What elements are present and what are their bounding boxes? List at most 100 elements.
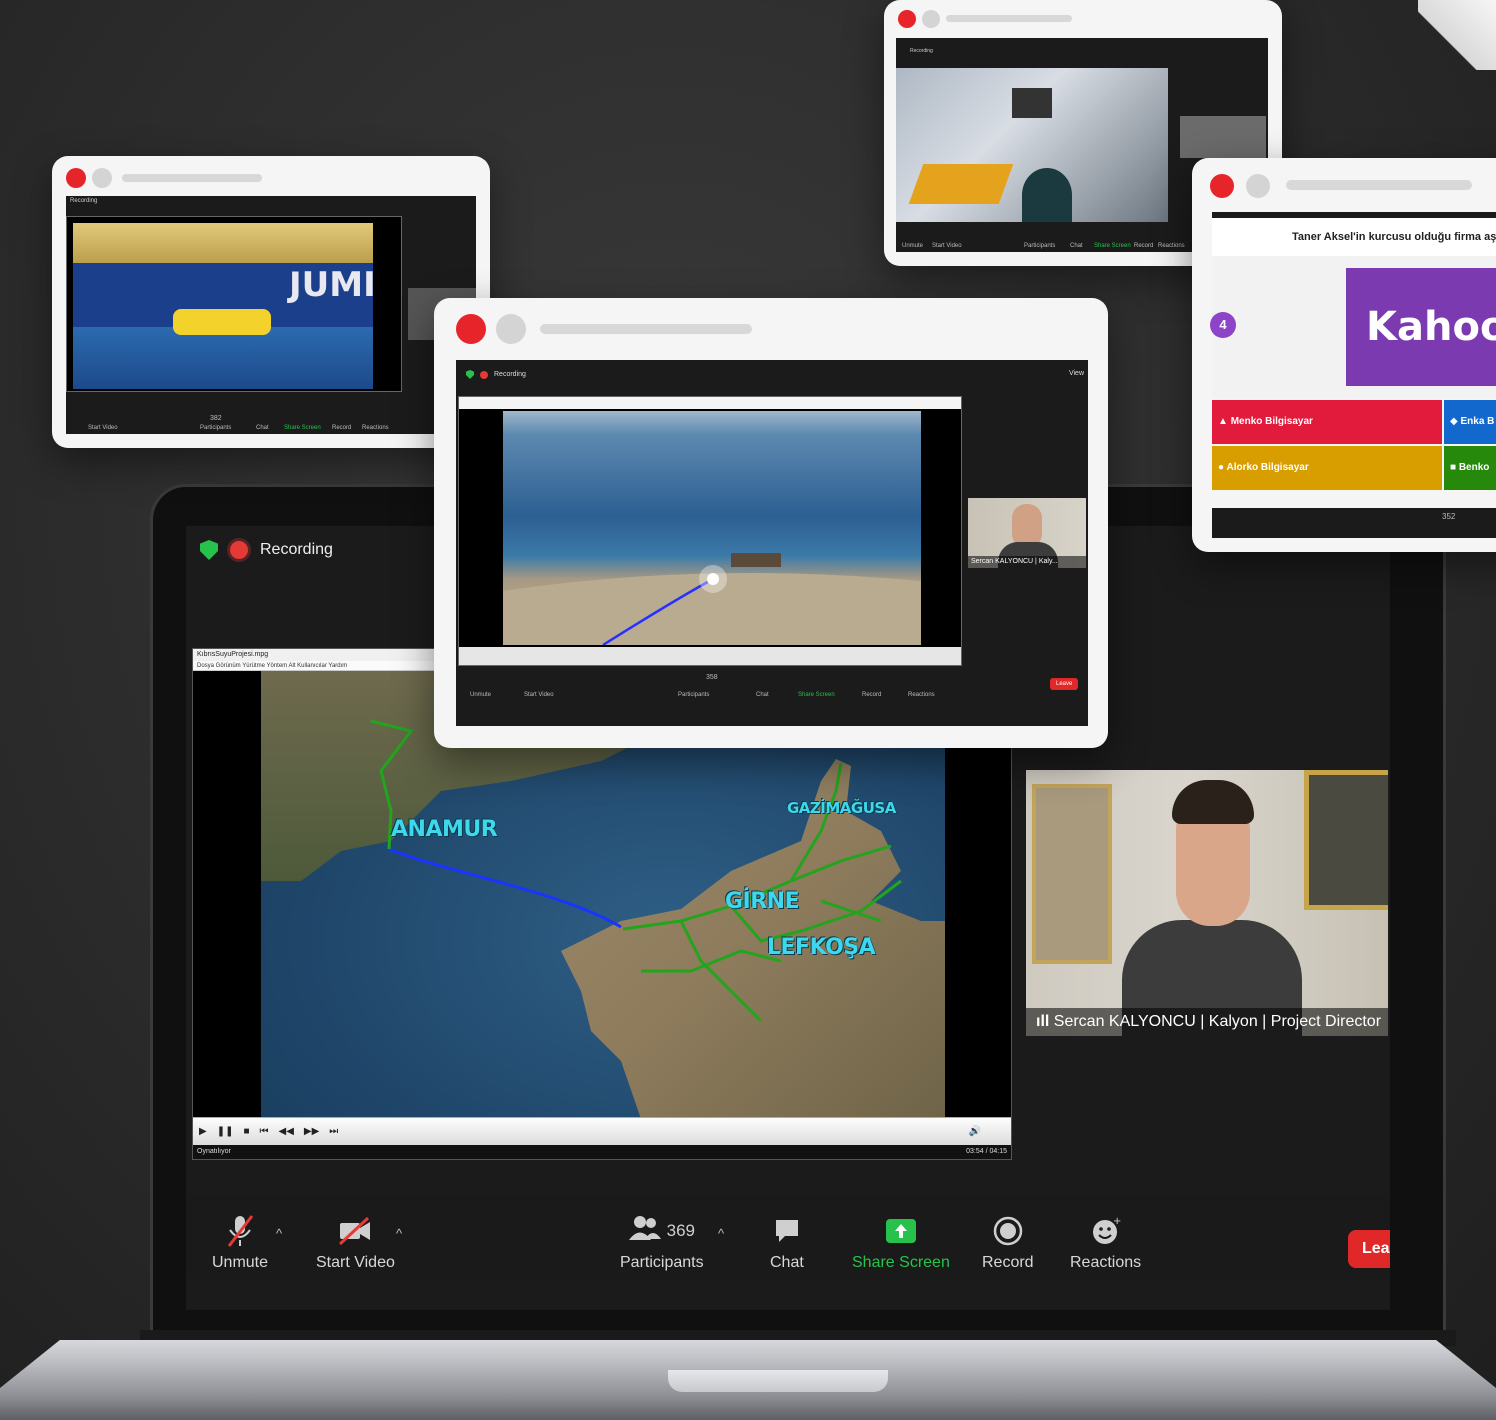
kahoot-logo: Kahoo	[1346, 268, 1496, 386]
meeting-toolbar: Unmute ^ Start Video ^ 369 Participants …	[186, 1196, 1390, 1278]
start-video-button[interactable]: Start Video	[316, 1214, 395, 1272]
address-bar	[1286, 180, 1472, 190]
address-bar	[946, 15, 1072, 22]
rewind-icon[interactable]: ◀◀	[279, 1126, 294, 1137]
record-button[interactable]: Record	[982, 1214, 1034, 1272]
share-screen-button[interactable]: Share Screen	[852, 1214, 950, 1272]
card-start-video-button[interactable]: Start Video	[88, 425, 118, 431]
sea-water	[73, 327, 373, 389]
kahoot-answer-blue[interactable]: ◆ Enka B	[1444, 400, 1496, 444]
card-record-button[interactable]: Record	[862, 692, 881, 698]
map-label-girne: GİRNE	[725, 889, 800, 914]
card-leave-button[interactable]: Leave	[1050, 678, 1079, 690]
card-recording-label: Recording	[70, 198, 98, 204]
signal-bars-icon: ıll	[1036, 1013, 1054, 1030]
leave-button[interactable]: Lea	[1348, 1230, 1390, 1268]
card-share-screen-button[interactable]: Share Screen	[798, 692, 835, 698]
previous-icon[interactable]: ⏮	[260, 1126, 269, 1137]
card-participants-button[interactable]: Participants	[200, 425, 231, 431]
card-unmute-button[interactable]: Unmute	[902, 243, 923, 249]
window-close-dot	[456, 314, 486, 344]
play-icon[interactable]: ▶	[199, 1126, 207, 1137]
reactions-smiley-icon: +	[1091, 1214, 1121, 1248]
reactions-button[interactable]: + Reactions	[1070, 1214, 1141, 1272]
card-reactions-button[interactable]: Reactions	[362, 425, 389, 431]
address-bar	[540, 324, 752, 334]
kahoot-answer-green[interactable]: ■ Benko	[1444, 446, 1496, 490]
share-screen-icon	[885, 1214, 917, 1248]
video-options-chevron-icon[interactable]: ^	[396, 1226, 402, 1241]
drone-video-frame	[503, 411, 921, 645]
participants-options-chevron-icon[interactable]: ^	[718, 1226, 724, 1241]
pause-icon[interactable]: ❚❚	[217, 1126, 234, 1137]
page-corner-decoration	[1418, 0, 1496, 70]
window-close-dot	[66, 168, 86, 188]
yellow-vessel	[173, 309, 271, 335]
volume-icon[interactable]: 🔊	[969, 1126, 981, 1137]
player-status-time: 03:54 / 04:15	[966, 1148, 1007, 1155]
kahoot-answer-red[interactable]: ▲ Menko Bilgisayar	[1212, 400, 1442, 444]
ship-deck	[73, 223, 373, 267]
svg-text:+: +	[1113, 1216, 1121, 1227]
card-start-video-button[interactable]: Start Video	[932, 243, 962, 249]
unmute-button[interactable]: Unmute	[212, 1214, 268, 1272]
recording-dot-icon	[230, 541, 248, 559]
participants-button[interactable]: 369 Participants	[620, 1214, 704, 1272]
forward-icon[interactable]: ▶▶	[304, 1126, 319, 1137]
card-chat-button[interactable]: Chat	[756, 692, 769, 698]
browser-card-ship: Recording JUMI Start Video 382 Participa…	[52, 156, 490, 448]
card-start-video-button[interactable]: Start Video	[524, 692, 554, 698]
card-participants-count: 358	[706, 674, 718, 681]
card-share-screen-button[interactable]: Share Screen	[284, 425, 321, 431]
card-player: JUMI	[66, 216, 402, 392]
window-minimize-dot	[92, 168, 112, 188]
ship-name: JUMI	[289, 265, 373, 305]
recording-indicator: Recording	[200, 540, 333, 560]
card-share-screen-button[interactable]: Share Screen	[1094, 243, 1131, 249]
3d-model-frame	[896, 68, 1168, 222]
card-player	[458, 396, 962, 666]
security-shield-icon[interactable]	[200, 540, 218, 560]
chat-bubble-icon	[773, 1214, 801, 1248]
window-minimize-dot	[1246, 174, 1270, 198]
dark-water	[1022, 168, 1072, 222]
map-label-gazimagusa: GAZİMAĞUSA	[787, 799, 896, 817]
card-reactions-button[interactable]: Reactions	[1158, 243, 1185, 249]
square-icon: ■	[1450, 462, 1457, 473]
card-record-button[interactable]: Record	[1134, 243, 1153, 249]
kahoot-answer-yellow[interactable]: ● Alorko Bilgisayar	[1212, 446, 1442, 490]
card-toolbar: Start Video 382 Participants Chat Share …	[66, 408, 476, 434]
recording-label: Recording	[260, 541, 333, 558]
card-unmute-button[interactable]: Unmute	[470, 692, 491, 698]
card-chat-button[interactable]: Chat	[1070, 243, 1083, 249]
card-player-controls	[459, 647, 961, 665]
next-icon[interactable]: ⏭	[329, 1126, 338, 1137]
card-speaker-tile[interactable]: Sercan KALYONCU | Kaly...	[968, 498, 1086, 568]
chat-button[interactable]: Chat	[770, 1214, 804, 1272]
card-participants-button[interactable]: Participants	[678, 692, 709, 698]
card-reactions-button[interactable]: Reactions	[908, 692, 935, 698]
browser-card-drone: Recording View Sercan KALYONCU | Kaly...	[434, 298, 1108, 748]
muted-mic-icon	[226, 1214, 254, 1248]
window-close-dot	[898, 10, 916, 28]
speaker-video-tile[interactable]: ıll Sercan KALYONCU | Kalyon | Project D…	[1026, 770, 1388, 1036]
card-participants-button[interactable]: Participants	[1024, 243, 1055, 249]
window-minimize-dot	[922, 10, 940, 28]
card-chat-button[interactable]: Chat	[256, 425, 269, 431]
card-participants-count: 352	[1442, 512, 1456, 521]
player-statusbar: Oynatılıyor 03:54 / 04:15	[193, 1145, 1011, 1159]
card-record-button[interactable]: Record	[332, 425, 351, 431]
view-button[interactable]: View	[1069, 370, 1084, 377]
window-minimize-dot	[496, 314, 526, 344]
card-zoom-window: Recording JUMI Start Video 382 Participa…	[66, 196, 476, 434]
card-speaker-tile	[1180, 116, 1266, 158]
yellow-structure	[908, 164, 1014, 204]
audio-options-chevron-icon[interactable]: ^	[276, 1226, 282, 1241]
participants-count: 369	[666, 1221, 695, 1240]
player-status-left: Oynatılıyor	[197, 1148, 231, 1155]
wall-frame-left	[1032, 784, 1112, 964]
dark-block	[1012, 88, 1052, 118]
stop-icon[interactable]: ■	[243, 1126, 249, 1137]
card-recording-label: Recording	[910, 48, 933, 54]
wall-frame-right	[1304, 770, 1388, 910]
